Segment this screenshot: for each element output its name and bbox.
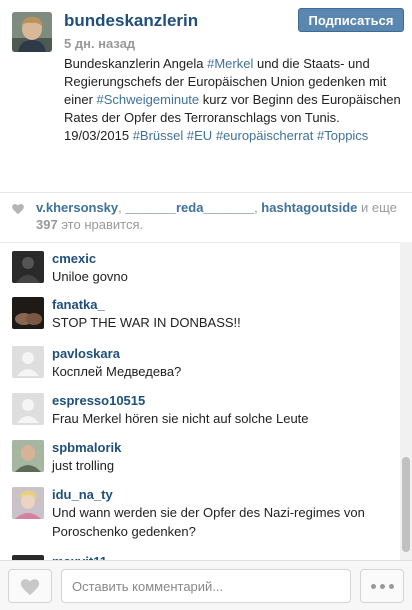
profile-avatar[interactable] (12, 12, 52, 52)
likes-and-more: и еще (361, 200, 397, 215)
liker-link[interactable]: hashtagoutside (261, 200, 357, 215)
hashtag-link[interactable]: #EU (187, 128, 212, 143)
comment-text: just trolling (52, 458, 115, 473)
likes-section: v.khersonsky, _______reda_______, hashta… (0, 192, 412, 243)
comment-username[interactable]: spbmalorik (52, 440, 121, 455)
like-button[interactable] (8, 569, 52, 603)
commenter-avatar[interactable] (12, 393, 44, 425)
more-dot (388, 583, 394, 589)
hashtag-link[interactable]: #Toppics (317, 128, 368, 143)
comment-username[interactable]: espresso10515 (52, 393, 145, 408)
follow-button[interactable]: Подписаться (298, 8, 404, 32)
post-caption: Bundeskanzlerin Angela #Merkel und die S… (64, 55, 404, 145)
comment-text: Und wann werden sie der Opfer des Nazi-r… (52, 505, 365, 539)
commenter-avatar[interactable] (12, 440, 44, 472)
comment-username[interactable]: idu_na_ty (52, 487, 113, 502)
comment-text: Косплей Медведева? (52, 364, 182, 379)
hashtag-link[interactable]: #Brüssel (133, 128, 184, 143)
commenter-avatar[interactable] (12, 346, 44, 378)
heart-icon (12, 204, 24, 215)
liker-link[interactable]: _______reda_______ (125, 200, 254, 215)
comment-text: STOP THE WAR IN DONBASS!! (52, 315, 241, 330)
comment-username[interactable]: cmexic (52, 251, 96, 266)
comment-username[interactable]: pavloskara (52, 346, 120, 361)
hashtag-link[interactable]: #Schweigeminute (97, 92, 200, 107)
more-dots-icon (370, 583, 376, 589)
likes-suffix: это нравится. (61, 217, 144, 232)
post-username[interactable]: bundeskanzlerin (64, 11, 198, 31)
comment-username[interactable]: fanatka_ (52, 297, 105, 312)
comment-text: Frau Merkel hören sie nicht auf solche L… (52, 411, 309, 426)
hashtag-link[interactable]: #Merkel (207, 56, 253, 71)
commenter-avatar[interactable] (12, 297, 44, 329)
more-dot (379, 583, 385, 589)
likes-count[interactable]: 397 (36, 217, 58, 232)
liker-link[interactable]: v.khersonsky (36, 200, 118, 215)
caption-text: Bundeskanzlerin Angela (64, 56, 208, 71)
commenter-avatar[interactable] (12, 487, 44, 519)
comment-bar (0, 560, 412, 610)
more-options-button[interactable] (360, 569, 404, 603)
post-header: bundeskanzlerin 5 дн. назад Подписаться … (0, 0, 412, 192)
commenter-avatar[interactable] (12, 251, 44, 283)
comments-scrollbar[interactable] (400, 242, 412, 560)
scrollbar-thumb[interactable] (402, 457, 410, 552)
comment-text: Uniloe govno (52, 269, 128, 284)
comments-list: cmexic Uniloe govno fanatka_ STOP THE WA… (0, 242, 412, 561)
hashtag-link[interactable]: #europäischerrat (216, 128, 314, 143)
heart-icon (20, 579, 40, 596)
post-timestamp: 5 дн. назад (64, 36, 136, 51)
comment-input[interactable] (61, 569, 351, 603)
likes-text: v.khersonsky, _______reda_______, hashta… (36, 200, 397, 232)
